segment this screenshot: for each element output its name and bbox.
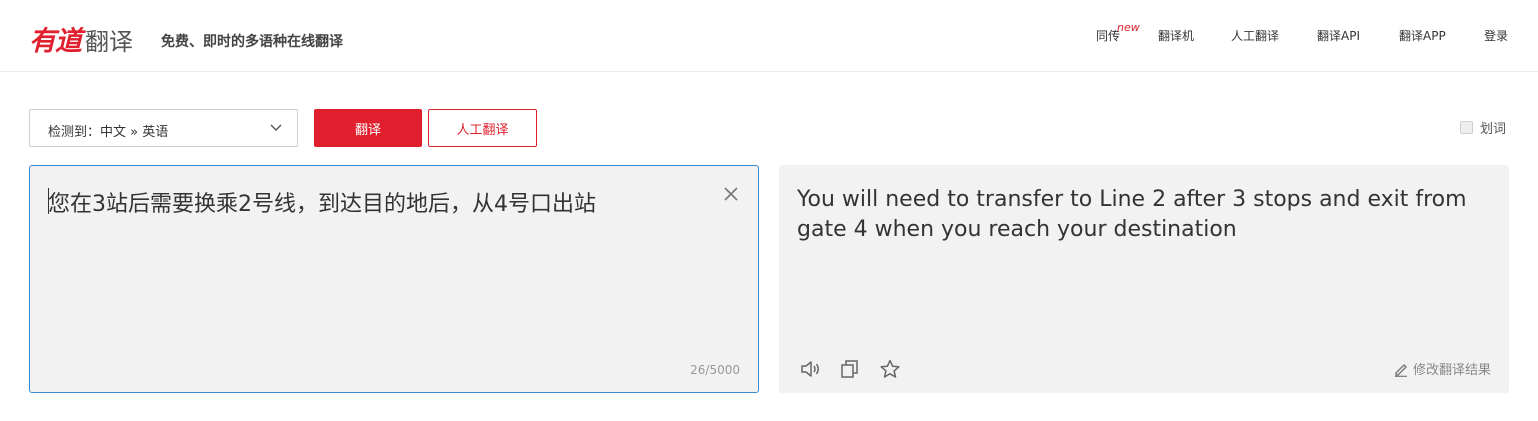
slogan: 免费、即时的多语种在线翻译 (161, 34, 343, 50)
edit-translation-label: 修改翻译结果 (1412, 363, 1491, 378)
edit-translation-button[interactable]: 修改翻译结果 (1393, 359, 1491, 378)
nav-translator-device[interactable]: 翻译机 (1158, 27, 1194, 44)
youdao-logo[interactable]: 有道 翻译 (29, 19, 133, 58)
nav-translate-api[interactable]: 翻译API (1317, 27, 1360, 44)
human-translation-button[interactable]: 人工翻译 (428, 109, 537, 147)
copy-icon[interactable] (839, 358, 861, 380)
huaci-toggle[interactable]: 划词 (1460, 118, 1506, 137)
star-icon[interactable] (879, 358, 901, 380)
huaci-checkbox[interactable] (1460, 121, 1473, 134)
char-count: 26/5000 (690, 363, 740, 377)
nav-login[interactable]: 登录 (1484, 27, 1508, 44)
logo-brand: 有道 (29, 26, 82, 57)
source-text-area[interactable]: 您在3站后需要换乘2号线，到达目的地后，从4号口出站 26/5000 (29, 165, 759, 393)
huaci-label: 划词 (1480, 122, 1507, 137)
language-select-value: 检测到：中文 » 英语 (48, 125, 169, 140)
close-icon[interactable] (722, 185, 740, 203)
top-header: 有道 翻译 免费、即时的多语种在线翻译 同传 new 翻译机 人工翻译 翻译AP… (0, 0, 1538, 72)
translation-result-area: You will need to transfer to Line 2 afte… (779, 165, 1509, 393)
pencil-icon (1394, 363, 1407, 377)
translate-button[interactable]: 翻译 (314, 109, 422, 147)
language-select[interactable]: 检测到：中文 » 英语 (29, 109, 298, 147)
nav-translate-app[interactable]: 翻译APP (1399, 27, 1446, 44)
source-text[interactable]: 您在3站后需要换乘2号线，到达目的地后，从4号口出站 (48, 186, 596, 218)
new-badge: new (1117, 21, 1140, 34)
chevron-down-icon (270, 124, 282, 131)
speaker-icon[interactable] (799, 358, 821, 380)
logo-product: 翻译 (85, 28, 133, 56)
translation-result: You will need to transfer to Line 2 afte… (797, 187, 1467, 242)
nav-human-translation[interactable]: 人工翻译 (1231, 27, 1279, 44)
